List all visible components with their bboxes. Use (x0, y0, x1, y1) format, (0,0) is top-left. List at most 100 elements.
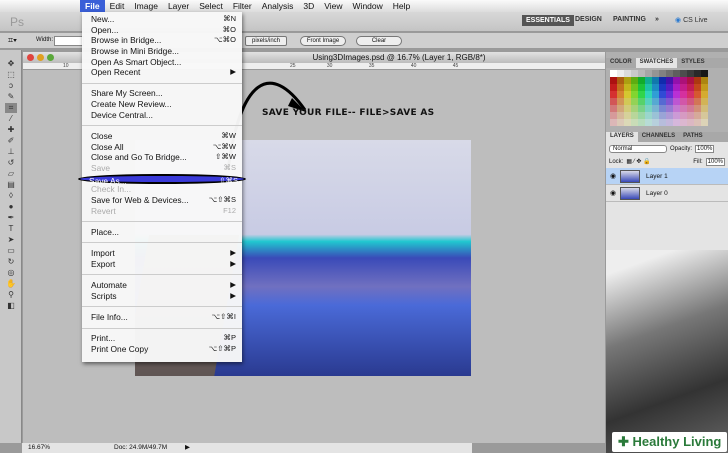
blend-mode-select[interactable]: Normal (609, 144, 667, 153)
swatch[interactable] (687, 98, 694, 105)
3d-camera-tool-icon[interactable]: ◎ (5, 268, 17, 278)
menu-item-open-as-smart-object[interactable]: Open As Smart Object... (82, 57, 242, 68)
menu-item-close[interactable]: Close ⌘W (82, 131, 242, 142)
swatch[interactable] (652, 112, 659, 119)
swatch[interactable] (624, 91, 631, 98)
quick-select-tool-icon[interactable]: ✎ (5, 92, 17, 102)
swatch[interactable] (610, 112, 617, 119)
swatch[interactable] (701, 98, 708, 105)
swatch[interactable] (673, 119, 680, 126)
swatch[interactable] (645, 119, 652, 126)
tab-paths[interactable]: PATHS (679, 132, 706, 142)
close-window-button[interactable] (27, 54, 34, 61)
swatch[interactable] (673, 98, 680, 105)
swatch[interactable] (659, 77, 666, 84)
swatch[interactable] (680, 105, 687, 112)
swatch[interactable] (666, 119, 673, 126)
swatch[interactable] (666, 77, 673, 84)
swatch[interactable] (659, 112, 666, 119)
zoom-window-button[interactable] (47, 54, 54, 61)
menu-item-create-new-review[interactable]: Create New Review... (82, 99, 242, 110)
swatch[interactable] (645, 105, 652, 112)
swatch[interactable] (645, 112, 652, 119)
swatch[interactable] (645, 91, 652, 98)
swatch[interactable] (694, 105, 701, 112)
menu-file[interactable]: File (80, 0, 105, 12)
menu-analysis[interactable]: Analysis (257, 0, 299, 12)
menu-3d[interactable]: 3D (298, 0, 319, 12)
menu-item-device-central[interactable]: Device Central... (82, 110, 242, 121)
swatch[interactable] (659, 91, 666, 98)
swatch[interactable] (638, 77, 645, 84)
shape-tool-icon[interactable]: ▭ (5, 246, 17, 256)
swatch[interactable] (687, 119, 694, 126)
stamp-tool-icon[interactable]: ⊥ (5, 147, 17, 157)
swatch[interactable] (652, 84, 659, 91)
move-tool-icon[interactable]: ✥ (5, 59, 17, 69)
swatch[interactable] (610, 119, 617, 126)
swatches-grid[interactable] (610, 70, 708, 126)
swatch[interactable] (701, 119, 708, 126)
pen-tool-icon[interactable]: ✒ (5, 213, 17, 223)
swatch[interactable] (610, 98, 617, 105)
eye-icon[interactable]: ◉ (606, 172, 620, 180)
eraser-tool-icon[interactable]: ▱ (5, 169, 17, 179)
swatch[interactable] (680, 119, 687, 126)
swatch[interactable] (610, 105, 617, 112)
swatch[interactable] (645, 77, 652, 84)
menu-item-import[interactable]: Import ▶ (82, 248, 242, 259)
lasso-tool-icon[interactable]: ↄ (5, 81, 17, 91)
swatch[interactable] (687, 70, 694, 77)
layer-row[interactable]: ◉ Layer 1 (606, 168, 728, 185)
swatch[interactable] (638, 105, 645, 112)
swatch[interactable] (617, 84, 624, 91)
swatch[interactable] (659, 119, 666, 126)
zoom-level[interactable]: 16.67% (28, 443, 50, 453)
swatch[interactable] (652, 105, 659, 112)
swatch[interactable] (673, 77, 680, 84)
swatch[interactable] (680, 112, 687, 119)
swatch[interactable] (680, 70, 687, 77)
menu-window[interactable]: Window (348, 0, 388, 12)
swatch[interactable] (701, 70, 708, 77)
tab-channels[interactable]: CHANNELS (638, 132, 679, 142)
swatch[interactable] (680, 84, 687, 91)
swatch[interactable] (680, 77, 687, 84)
menu-item-close-all[interactable]: Close All ⌥⌘W (82, 142, 242, 153)
swatch[interactable] (631, 70, 638, 77)
path-select-tool-icon[interactable]: ➤ (5, 235, 17, 245)
swatch[interactable] (645, 84, 652, 91)
type-tool-icon[interactable]: T (5, 224, 17, 234)
blur-tool-icon[interactable]: ◊ (5, 191, 17, 201)
swatch[interactable] (645, 70, 652, 77)
fill-input[interactable]: 100% (705, 157, 725, 166)
swatch[interactable] (610, 84, 617, 91)
swatch[interactable] (610, 91, 617, 98)
swatch[interactable] (631, 112, 638, 119)
swatch[interactable] (652, 98, 659, 105)
swatch[interactable] (666, 84, 673, 91)
history-brush-tool-icon[interactable]: ↺ (5, 158, 17, 168)
swatch[interactable] (666, 112, 673, 119)
color-swatches-icon[interactable]: ◧ (5, 301, 17, 311)
menu-item-open[interactable]: Open... ⌘O (82, 25, 242, 36)
swatch[interactable] (631, 98, 638, 105)
tab-styles[interactable]: STYLES (677, 58, 708, 68)
3d-rotate-tool-icon[interactable]: ↻ (5, 257, 17, 267)
gradient-tool-icon[interactable]: ▤ (5, 180, 17, 190)
menu-layer[interactable]: Layer (163, 0, 194, 12)
crop-tool-icon[interactable]: ⌗ (5, 103, 17, 113)
menu-item-scripts[interactable]: Scripts ▶ (82, 291, 242, 302)
swatch[interactable] (701, 77, 708, 84)
swatch[interactable] (659, 105, 666, 112)
swatch[interactable] (666, 70, 673, 77)
swatch[interactable] (652, 77, 659, 84)
swatch[interactable] (624, 112, 631, 119)
resolution-unit-select[interactable]: pixels/inch (245, 36, 287, 46)
swatch[interactable] (652, 119, 659, 126)
swatch[interactable] (687, 91, 694, 98)
tab-color[interactable]: COLOR (606, 58, 636, 68)
swatch[interactable] (701, 112, 708, 119)
swatch[interactable] (610, 77, 617, 84)
menu-select[interactable]: Select (194, 0, 228, 12)
